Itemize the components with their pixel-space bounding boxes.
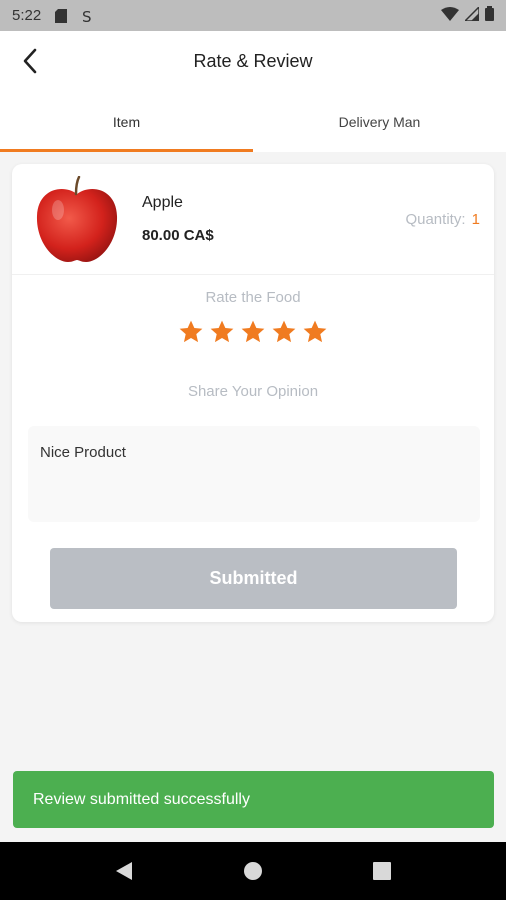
tab-delivery-man-label: Delivery Man: [338, 113, 421, 130]
home-circle-icon: [243, 862, 262, 880]
star-icon[interactable]: [209, 319, 235, 345]
signal-icon: [463, 4, 480, 25]
review-text: Nice Product: [40, 444, 126, 461]
tab-bar: Item Delivery Man: [0, 91, 506, 152]
tab-delivery-man[interactable]: Delivery Man: [253, 91, 506, 152]
product-row: Apple 80.00 CA$ Quantity: 1: [12, 164, 494, 275]
sd-card-icon: [55, 8, 68, 23]
star-rating[interactable]: [12, 319, 494, 345]
review-text-field[interactable]: Nice Product: [28, 426, 480, 522]
opinion-label: Share Your Opinion: [187, 383, 319, 400]
tab-item-label: Item: [112, 113, 141, 130]
quantity-value: 1: [471, 211, 480, 228]
tab-item[interactable]: Item: [0, 91, 253, 152]
svg-text:S: S: [82, 9, 92, 23]
back-button[interactable]: [14, 45, 46, 77]
rate-label: Rate the Food: [205, 289, 301, 306]
back-arrow-icon: [23, 48, 37, 74]
battery-icon: [485, 6, 494, 25]
star-icon[interactable]: [178, 319, 204, 345]
submit-button-label: Submitted: [209, 568, 298, 588]
sync-icon: S: [81, 9, 95, 23]
back-triangle-icon: [116, 862, 133, 880]
recents-square-icon: [372, 862, 391, 880]
status-bar: 5:22 S: [0, 0, 506, 31]
product-name: Apple: [142, 194, 183, 211]
star-icon[interactable]: [240, 319, 266, 345]
quantity-label: Quantity:: [405, 211, 466, 228]
apple-image: [36, 176, 118, 262]
nav-back-button[interactable]: [104, 851, 144, 891]
review-card: Apple 80.00 CA$ Quantity: 1 Rate the Foo…: [12, 164, 494, 622]
wifi-icon: [441, 6, 459, 25]
system-nav-bar: [0, 842, 506, 900]
snackbar: Review submitted successfully: [13, 771, 494, 828]
status-time: 5:22: [12, 7, 42, 24]
star-icon[interactable]: [271, 319, 297, 345]
status-right-icons: [441, 4, 494, 25]
submit-button[interactable]: Submitted: [50, 548, 457, 609]
snackbar-message: Review submitted successfully: [33, 790, 250, 808]
app-bar: Rate & Review: [0, 31, 506, 91]
star-icon[interactable]: [302, 319, 328, 345]
nav-recents-button[interactable]: [362, 851, 402, 891]
nav-home-button[interactable]: [233, 851, 273, 891]
product-price: 80.00 CA$: [142, 227, 214, 244]
page-title: Rate & Review: [193, 50, 313, 71]
quantity: Quantity: 1: [405, 211, 480, 228]
